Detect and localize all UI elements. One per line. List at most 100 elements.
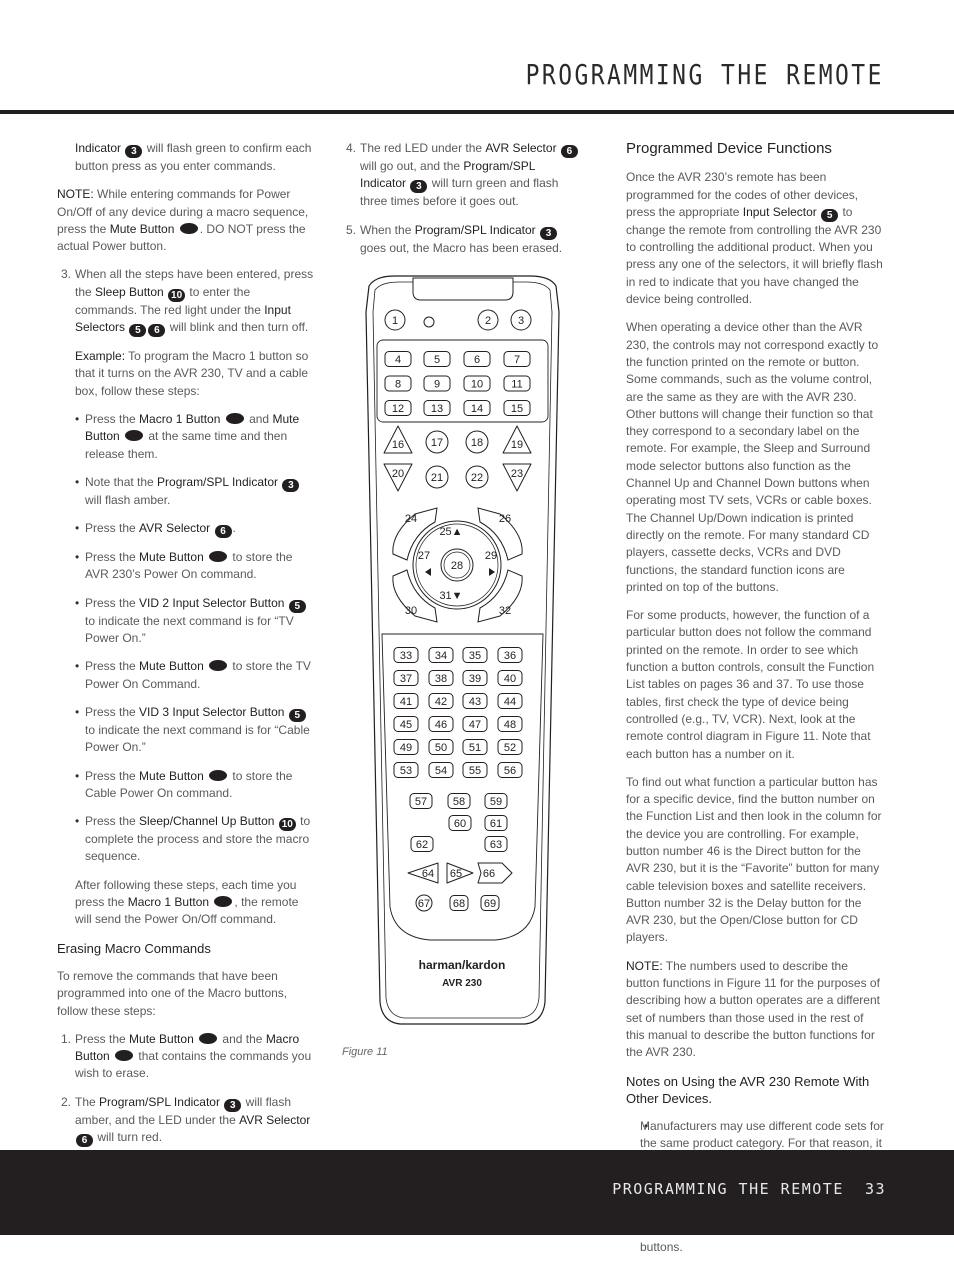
number-badge-icon: 3 xyxy=(410,180,428,194)
remote-button-label: 34 xyxy=(435,650,447,662)
number-badge-icon: 3 xyxy=(540,226,557,240)
remote-button-label: 37 xyxy=(400,673,412,685)
remote-button-label: 6 xyxy=(474,354,480,366)
text: Press the xyxy=(85,659,140,674)
text: The red LED under the xyxy=(360,141,486,155)
term: AVR Selector xyxy=(485,141,557,155)
remote-button-label: 7 xyxy=(514,354,520,366)
term: Sleep/Channel Up Button xyxy=(139,814,275,829)
remote-button-label: 45 xyxy=(400,719,412,731)
number-badge-icon: 3 xyxy=(224,1098,242,1112)
paragraph: When operating a device other than the A… xyxy=(626,320,879,594)
remote-button-label: 8 xyxy=(395,379,401,391)
text: that contains the commands you wish to e… xyxy=(75,1049,312,1081)
bullet-item: Press the VID 3 Input Selector Button 5 … xyxy=(57,704,315,757)
number-badge-icon: 3 xyxy=(125,145,143,158)
remote-button-label: 44 xyxy=(504,696,516,708)
oval-button-icon xyxy=(125,430,144,442)
text: will go out, and the xyxy=(360,159,464,173)
paragraph: Once the AVR 230’s remote has been progr… xyxy=(626,169,884,308)
erase-step-2: 2. The Program/SPL Indicator 3 will flash… xyxy=(57,1094,315,1147)
bullet-item: Note that the Program/SPL Indicator 3 wi… xyxy=(57,474,315,509)
bullet-item: Press the Mute Button to store the Cable… xyxy=(57,768,315,803)
remote-button-label: 43 xyxy=(469,696,481,708)
bullet-item: Press the Mute Button to store the AVR 2… xyxy=(57,549,315,584)
header-rule xyxy=(0,110,954,114)
text: Press the xyxy=(85,595,140,610)
remote-button-label: 16 xyxy=(392,439,404,451)
term: Mute Button xyxy=(109,221,175,236)
text: and xyxy=(245,411,273,426)
remote-button-label: 66 xyxy=(483,868,495,880)
column-2: 4. The red LED under the AVR Selector 6 w… xyxy=(342,140,582,268)
remote-button-label: 65 xyxy=(450,868,462,880)
text: to indicate the next command is for “TV … xyxy=(85,613,294,646)
remote-button-label: 42 xyxy=(435,696,447,708)
oval-button-icon xyxy=(209,551,228,563)
step-3: 3. When all the steps have been entered, … xyxy=(57,266,315,338)
note-label: NOTE: xyxy=(626,958,663,973)
remote-button-label: 57 xyxy=(415,796,427,808)
step-number: 1. xyxy=(61,1031,72,1046)
term: Program/SPL Indicator xyxy=(414,222,536,237)
remote-button-label: 5 xyxy=(434,354,440,366)
oval-button-icon xyxy=(209,660,228,672)
number-badge-icon: 10 xyxy=(278,818,296,832)
paragraph-indicator: Indicator 3 will flash green to confirm … xyxy=(57,140,315,175)
remote-button-label: 48 xyxy=(504,719,516,731)
remote-button-label: 2 xyxy=(485,315,491,327)
remote-control-diagram: 1 2 34 5 6 78 9 10 1112 13 14 1516 17 18 1920 21 22 2324 2… xyxy=(365,275,560,1025)
number-badge-icon: 6 xyxy=(148,324,166,338)
column-3: Programmed Device Functions Once the AVR… xyxy=(626,140,884,1268)
remote-button-label: 35 xyxy=(469,650,481,662)
ir-window xyxy=(412,277,514,301)
text: Press the xyxy=(85,411,140,426)
remote-button-label: 13 xyxy=(431,403,443,415)
bullet-item: Press the Mute Button to store the TV Po… xyxy=(57,658,315,693)
oval-button-icon xyxy=(115,1050,134,1062)
text: will turn red. xyxy=(94,1129,163,1144)
remote-button-label: 52 xyxy=(504,742,516,754)
term: Program/SPL Indicator xyxy=(157,474,278,489)
remote-button-label: 33 xyxy=(400,650,412,662)
text: When the xyxy=(360,222,415,237)
text: The numbers used to describe the button … xyxy=(626,958,880,1060)
remote-button-label: 59 xyxy=(490,796,502,808)
text: to indicate the next command is for “Cab… xyxy=(85,722,310,755)
remote-button-label: 18 xyxy=(471,437,483,449)
step-number: 2. xyxy=(61,1094,72,1109)
remote-button-label: 32 xyxy=(499,605,511,617)
step-number: 4. xyxy=(346,141,357,155)
bullet-item: Press the VID 2 Input Selector Button 5 … xyxy=(57,595,315,648)
text: Press the xyxy=(85,521,140,536)
number-badge-icon: 3 xyxy=(282,478,300,492)
remote-button-label: 22 xyxy=(471,472,483,484)
remote-button-label: 17 xyxy=(431,437,443,449)
step-number: 3. xyxy=(61,267,72,282)
term: VID 3 Input Selector Button xyxy=(139,704,285,719)
remote-button-label: 47 xyxy=(469,719,481,731)
oval-button-icon xyxy=(214,896,233,908)
page-number: 33 xyxy=(864,1180,886,1198)
remote-button-label: 31▼ xyxy=(439,590,462,602)
remote-button-label: 28 xyxy=(451,560,463,572)
remote-button-label: 61 xyxy=(490,818,502,830)
text: to change the remote from controlling th… xyxy=(626,204,883,307)
text: Press the xyxy=(85,768,140,783)
remote-button-label: 1 xyxy=(392,315,398,327)
term: Mute Button xyxy=(139,768,204,783)
remote-button-label: 15 xyxy=(511,403,523,415)
section-heading: Programmed Device Functions xyxy=(626,140,832,157)
remote-button-label: 49 xyxy=(400,742,412,754)
remote-button-label: 24 xyxy=(405,513,417,525)
remote-button-label: 3 xyxy=(518,315,524,327)
remote-brand-label: harman/kardon xyxy=(419,958,506,972)
number-badge-icon: 10 xyxy=(168,288,186,302)
erase-step-5: 5. When the Program/SPL Indicator 3 goes … xyxy=(342,222,582,257)
remote-model-label: AVR 230 xyxy=(442,978,482,989)
page-footer: PROGRAMMING THE REMOTE 33 xyxy=(0,1150,954,1235)
oval-button-icon xyxy=(179,222,198,234)
term: Macro 1 Button xyxy=(139,411,221,426)
text: Press the xyxy=(85,704,140,719)
example-label: Example: xyxy=(75,349,126,364)
